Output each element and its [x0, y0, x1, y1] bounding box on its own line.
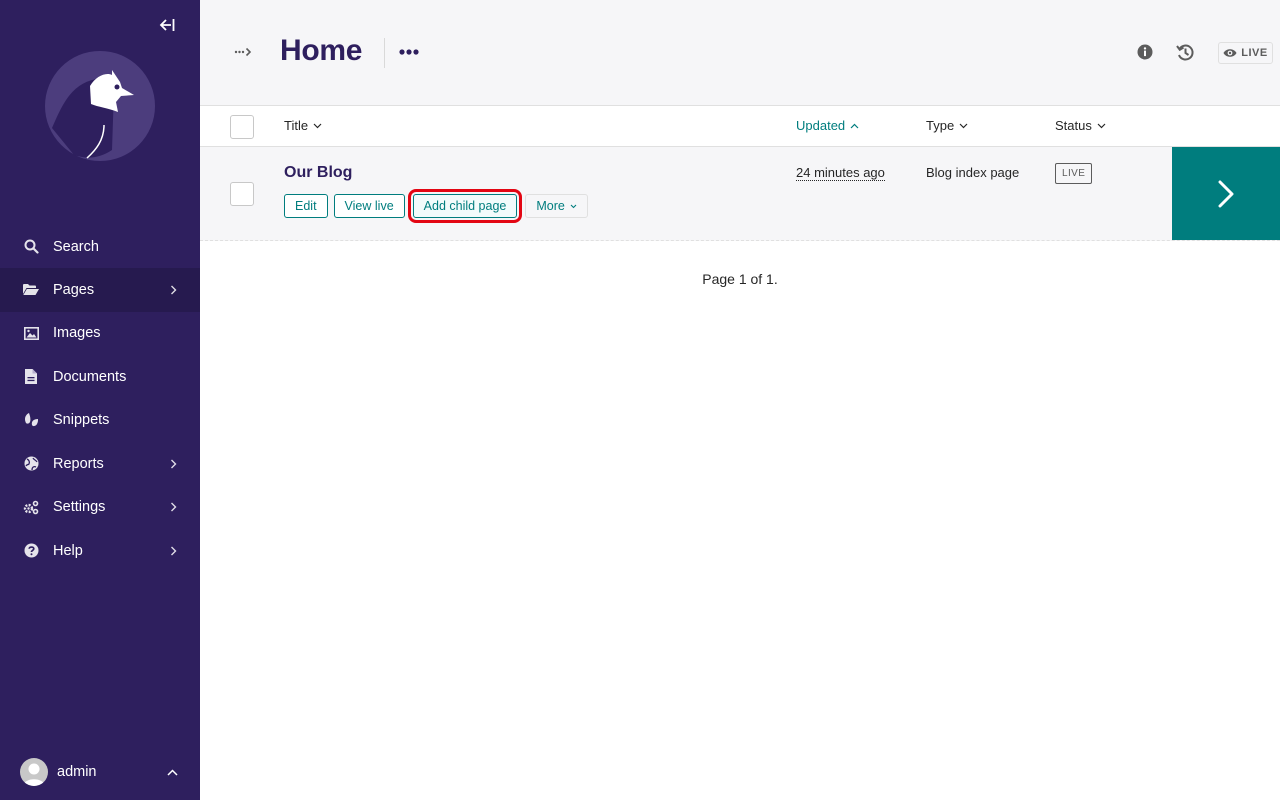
add-child-page-button[interactable]: Add child page [407, 189, 523, 223]
sidebar-item-label: Settings [53, 499, 106, 516]
column-label: Updated [796, 118, 846, 133]
page-header: Home LIVE [200, 0, 1280, 106]
page-actions-menu-button[interactable] [398, 42, 420, 62]
chevron-up-icon [167, 763, 178, 781]
page-type: Blog index page [926, 165, 1020, 180]
live-label: LIVE [1241, 47, 1268, 59]
account-menu-toggle[interactable]: admin [0, 744, 200, 800]
search-icon [22, 238, 40, 256]
select-all-checkbox[interactable] [230, 115, 254, 139]
sidebar-item-label: Help [53, 542, 83, 559]
sidebar-item-reports[interactable]: Reports [0, 442, 200, 486]
page-listing-table: Title Updated Type Status Our Blog Edit … [200, 107, 1280, 241]
eye-icon [1223, 49, 1237, 57]
sidebar-item-label: Snippets [53, 412, 110, 429]
chevron-right-icon [1218, 180, 1234, 207]
chevron-right-icon [168, 502, 178, 512]
chevron-down-icon [313, 123, 322, 128]
column-header-title[interactable]: Title [284, 118, 322, 133]
chevron-down-icon [570, 204, 577, 208]
sidebar-item-documents[interactable]: Documents [0, 355, 200, 399]
chevron-up-icon [850, 123, 859, 128]
folder-open-icon [22, 281, 40, 299]
table-header: Title Updated Type Status [200, 107, 1280, 147]
history-button[interactable] [1176, 43, 1195, 62]
sidebar-item-label: Pages [53, 281, 95, 298]
chevron-right-icon [168, 285, 178, 295]
explore-child-pages-button[interactable] [1172, 147, 1280, 240]
help-icon [22, 542, 40, 560]
more-actions-button[interactable]: More [525, 194, 588, 218]
view-live-status-button[interactable]: LIVE [1218, 42, 1273, 64]
breadcrumb-expand-icon [234, 47, 252, 57]
breadcrumb-toggle-button[interactable] [234, 44, 254, 60]
sidebar-item-pages[interactable]: Pages [0, 268, 200, 312]
page-title-link[interactable]: Our Blog [284, 164, 352, 182]
main-nav: Search Pages Images Documents Snippets R… [0, 225, 200, 573]
sidebar-item-search[interactable]: Search [0, 225, 200, 268]
column-label: Title [284, 118, 309, 133]
user-avatar-icon [23, 763, 45, 786]
avatar [20, 758, 48, 786]
sidebar-item-settings[interactable]: Settings [0, 486, 200, 530]
sidebar-item-label: Search [53, 238, 99, 255]
edit-button[interactable]: Edit [284, 194, 328, 218]
column-label: Status [1055, 118, 1092, 133]
column-label: Type [926, 118, 955, 133]
dots-horizontal-icon [399, 49, 419, 55]
snippet-leaf-icon [22, 411, 40, 429]
collapse-sidebar-button[interactable] [156, 14, 178, 36]
sidebar-item-snippets[interactable]: Snippets [0, 399, 200, 443]
info-circle-icon [1137, 44, 1153, 60]
sidebar-item-label: Reports [53, 455, 104, 472]
chevron-down-icon [1097, 123, 1106, 128]
page-info-button[interactable] [1136, 43, 1154, 61]
page-title: Home [280, 34, 363, 67]
account-name: admin [57, 764, 97, 780]
column-header-status[interactable]: Status [1055, 118, 1106, 133]
column-header-updated[interactable]: Updated [796, 118, 859, 133]
column-header-type[interactable]: Type [926, 118, 968, 133]
arrow-left-bar-icon [159, 19, 175, 31]
sidebar-item-label: Documents [53, 368, 127, 385]
row-select-checkbox[interactable] [230, 182, 254, 206]
document-icon [22, 368, 40, 386]
sidebar: Search Pages Images Documents Snippets R… [0, 0, 200, 800]
row-actions: Edit View live Add child page More [284, 189, 588, 223]
history-icon [1176, 44, 1194, 61]
view-live-button[interactable]: View live [333, 194, 405, 218]
wagtail-logo[interactable] [44, 50, 156, 162]
chevron-right-icon [168, 459, 178, 469]
table-row: Our Blog Edit View live Add child page M… [200, 147, 1280, 241]
sidebar-item-help[interactable]: Help [0, 529, 200, 573]
image-icon [22, 324, 40, 342]
cogs-icon [22, 498, 40, 516]
chevron-down-icon [959, 123, 968, 128]
chevron-right-icon [168, 546, 178, 556]
globe-icon [22, 455, 40, 473]
updated-timestamp: 24 minutes ago [796, 165, 885, 181]
title-divider [384, 38, 385, 68]
bird-logo-icon [45, 51, 155, 161]
sidebar-item-label: Images [53, 325, 101, 342]
more-label: More [536, 199, 565, 213]
status-badge: LIVE [1055, 163, 1093, 184]
sidebar-item-images[interactable]: Images [0, 312, 200, 356]
pagination-status: Page 1 of 1. [702, 271, 778, 287]
